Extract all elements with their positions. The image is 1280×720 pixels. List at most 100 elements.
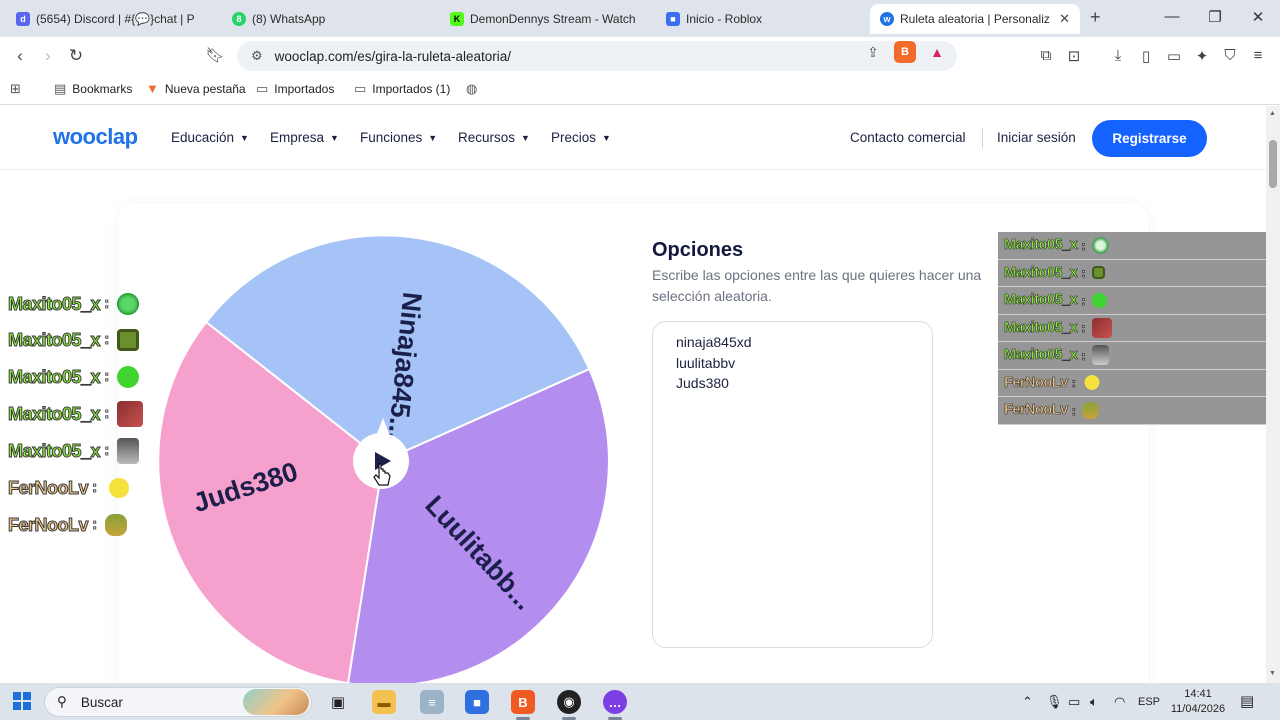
roblox-app-icon[interactable]: ■: [465, 690, 489, 714]
screenshot-icon[interactable]: ⊡: [1064, 47, 1084, 65]
reload-button[interactable]: ↻: [66, 46, 86, 66]
chat-separator: :: [92, 516, 98, 534]
leo-ai-icon[interactable]: ✦: [1192, 47, 1212, 65]
options-title: Opciones: [652, 239, 744, 261]
tab-title: Ruleta aleatoria | Personaliza: [900, 12, 1050, 26]
bookmark-folder[interactable]: ▭ Importados (1): [354, 81, 450, 97]
restore-button[interactable]: ❐: [1205, 8, 1225, 26]
contact-sales-link[interactable]: Contacto comercial: [850, 130, 966, 145]
chat-message: Maxito05_x:: [7, 438, 140, 464]
options-textarea[interactable]: ninaja845xd luulitabbv Juds380: [652, 321, 933, 648]
forward-button[interactable]: ›: [38, 46, 58, 66]
random-wheel[interactable]: Ninaja845... Luulitabb... Juds380: [148, 226, 618, 683]
nav-educacion[interactable]: Educación ▼: [171, 130, 249, 145]
windows-taskbar: ⚲ Buscar ▣ ▬ ≡ ■ B ◉ … ⌃ 🎙︎ ▭ 🔈︎ ◠ ESP 1…: [0, 683, 1280, 720]
kick-icon: K: [450, 12, 464, 26]
chat-separator: :: [1081, 320, 1086, 336]
chat-username: Maxito05_x: [7, 366, 101, 387]
bookmark-item[interactable]: ▤ Bookmarks: [54, 81, 132, 97]
chevron-down-icon: ▼: [428, 132, 438, 143]
nav-recursos[interactable]: Recursos ▼: [458, 130, 530, 145]
new-tab-button[interactable]: +: [1090, 7, 1101, 28]
chat-separator: :: [1071, 375, 1077, 391]
brave-browser-icon[interactable]: B: [511, 690, 535, 714]
site-header: wooclap Educación ▼ Empresa ▼ Funciones ▼ R…: [0, 106, 1266, 170]
back-button[interactable]: ‹: [10, 46, 30, 66]
brave-shields-icon[interactable]: B: [894, 41, 916, 63]
file-explorer-icon[interactable]: ▬: [372, 690, 396, 714]
brave-rewards-icon[interactable]: ▲: [926, 41, 948, 63]
tab-title: DemonDennys Stream - Watch: [470, 12, 636, 26]
tab-discord[interactable]: d (5654) Discord | #{💬}chat | P: [6, 4, 206, 34]
obs-app-icon[interactable]: ◉: [557, 690, 581, 714]
nav-empresa[interactable]: Empresa ▼: [270, 130, 339, 145]
address-bar[interactable]: ⚙︎ wooclap.com/es/gira-la-ruleta-aleator…: [237, 41, 957, 71]
scroll-up-icon[interactable]: ▲: [1269, 110, 1276, 117]
frog-emote: [117, 329, 140, 351]
bookmark-page-icon[interactable]: 🔖︎: [205, 46, 225, 64]
apps-grid-icon[interactable]: ⊞: [10, 81, 21, 97]
notepad-app-icon[interactable]: ≡: [420, 690, 444, 714]
chevron-down-icon: ▼: [521, 132, 530, 143]
bookmark-label: Importados: [274, 82, 335, 96]
close-window-button[interactable]: ✕: [1248, 8, 1268, 26]
tab-kick-stream[interactable]: K DemonDennys Stream - Watch: [440, 4, 650, 34]
wallet-icon[interactable]: ▭: [1164, 47, 1184, 65]
scrollbar-thumb[interactable]: [1269, 140, 1277, 188]
chat-username: Maxito05_x: [7, 329, 101, 350]
microphone-icon[interactable]: 🎙︎: [1046, 694, 1063, 710]
language-indicator[interactable]: ESP: [1138, 696, 1160, 708]
battery-icon[interactable]: ▭: [1068, 694, 1080, 710]
chat-message: Maxito05_x:: [998, 259, 1266, 287]
tab-title: Inicio - Roblox: [686, 12, 763, 26]
nav-funciones[interactable]: Funciones ▼: [360, 130, 437, 145]
vpn-icon[interactable]: ⛉: [1220, 47, 1240, 64]
chat-message: Maxito05_x:: [998, 342, 1266, 370]
bookmark-icon: ▤: [54, 81, 67, 96]
chat-username: Maxito05_x: [7, 293, 101, 314]
green-creature-emote: [1091, 236, 1109, 254]
browser-toolbar: ‹ › ↻ 🔖︎ ⚙︎ wooclap.com/es/gira-la-rulet…: [0, 37, 1280, 75]
system-clock[interactable]: 14:41 11/04/2026: [1168, 687, 1228, 717]
folder-icon: ▭: [354, 81, 367, 96]
downloads-icon[interactable]: ⤓: [1108, 47, 1128, 64]
notifications-icon[interactable]: ▤: [1240, 692, 1254, 710]
close-tab-icon[interactable]: ✕: [1059, 11, 1070, 27]
taskbar-search[interactable]: ⚲ Buscar: [44, 687, 312, 717]
page-scrollbar[interactable]: ▲ ▼: [1266, 106, 1280, 683]
tab-wooclap[interactable]: w Ruleta aleatoria | Personaliza ✕: [870, 4, 1080, 34]
brave-icon: ▼: [146, 81, 159, 96]
search-highlight-image: [243, 689, 309, 715]
wooclap-logo[interactable]: wooclap: [53, 124, 138, 150]
task-view-icon[interactable]: ▣: [326, 690, 350, 714]
show-hidden-icons[interactable]: ⌃: [1022, 694, 1033, 710]
scroll-down-icon[interactable]: ▼: [1269, 670, 1276, 677]
tab-roblox[interactable]: ■ Inicio - Roblox: [656, 4, 866, 34]
chat-username: Maxito05_x: [1004, 264, 1078, 281]
site-settings-icon[interactable]: ⚙︎: [251, 48, 263, 64]
register-button[interactable]: Registrarse: [1092, 120, 1207, 157]
chat-app-icon[interactable]: …: [603, 690, 627, 714]
globe-icon[interactable]: ◍: [466, 81, 477, 97]
green-blob-emote: [1091, 292, 1107, 308]
chat-message: Maxito05_x:: [7, 291, 140, 317]
bookmark-folder[interactable]: ▭ Importados: [256, 81, 334, 97]
volume-icon[interactable]: 🔈︎: [1090, 694, 1098, 710]
login-link[interactable]: Iniciar sesión: [997, 130, 1076, 145]
chat-username: Maxito05_x: [7, 440, 101, 461]
chat-message: Maxito05_x:: [998, 232, 1266, 260]
minimize-button[interactable]: —: [1162, 8, 1182, 25]
extensions-icon[interactable]: ⧉: [1036, 47, 1056, 64]
wifi-icon[interactable]: ◠: [1114, 694, 1125, 710]
windows-start-icon[interactable]: [13, 692, 31, 710]
chat-username: FerNooLv: [1004, 402, 1069, 419]
chat-separator: :: [1081, 292, 1086, 308]
share-icon[interactable]: ⇪: [862, 41, 884, 63]
chat-separator: :: [1081, 265, 1086, 281]
sidebar-icon[interactable]: ▯: [1136, 47, 1156, 65]
tab-whatsapp[interactable]: 8 (8) WhatsApp: [222, 4, 432, 34]
nav-precios[interactable]: Precios ▼: [551, 130, 611, 145]
green-creature-emote: [117, 293, 140, 315]
menu-icon[interactable]: ≡: [1248, 47, 1268, 64]
bookmark-item[interactable]: ▼ Nueva pestaña: [146, 81, 246, 96]
